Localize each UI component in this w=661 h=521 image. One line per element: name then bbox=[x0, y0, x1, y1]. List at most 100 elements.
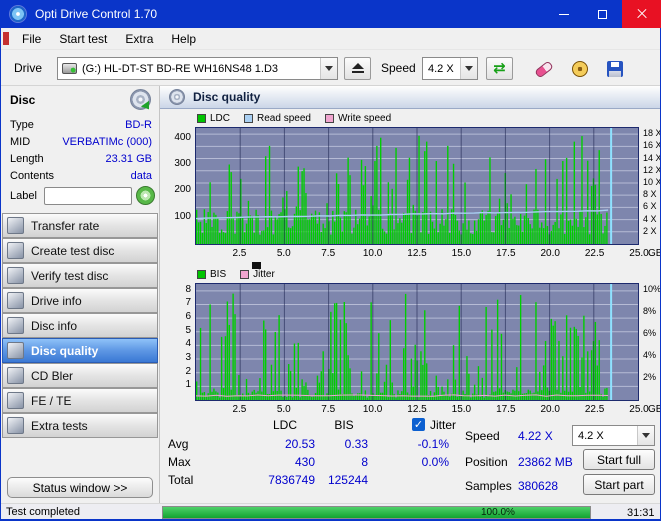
sidebar-item-disc-info[interactable]: Disc info bbox=[2, 313, 158, 338]
legend-label: LDC bbox=[210, 113, 231, 124]
ldc-swatch-icon bbox=[197, 114, 206, 123]
window-controls bbox=[544, 0, 661, 28]
sidebar-item-drive-info[interactable]: Drive info bbox=[2, 288, 158, 313]
disc-info-icon bbox=[7, 317, 24, 334]
y-axis-right-label: 8% bbox=[643, 305, 657, 316]
jitter-checkbox-label: Jitter bbox=[430, 418, 457, 432]
sidebar-item-label: Verify test disc bbox=[31, 268, 109, 283]
bis-chart-svg bbox=[196, 284, 638, 400]
refresh-speeds-button[interactable] bbox=[486, 57, 513, 80]
y-axis-left-label: 3 bbox=[185, 352, 191, 364]
position-slider-marker[interactable] bbox=[252, 262, 261, 269]
x-axis-label: 22.5 bbox=[584, 404, 605, 415]
ldc-read-speed-chart bbox=[195, 127, 639, 245]
speed-select-value: 4.2 X bbox=[428, 62, 454, 75]
sidebar-item-label: CD Bler bbox=[31, 368, 74, 383]
page-title: Disc quality bbox=[193, 90, 261, 104]
title-bar: Opti Drive Control 1.70 bbox=[0, 0, 661, 28]
disc-info-row: Length 23.31 GB bbox=[0, 153, 160, 168]
x-axis-label: 12.5 bbox=[407, 404, 427, 415]
erase-disc-button[interactable] bbox=[533, 59, 555, 79]
options-button[interactable] bbox=[569, 59, 591, 79]
start-part-button[interactable]: Start part bbox=[583, 474, 655, 495]
x-axis-label: 25.0 bbox=[629, 404, 649, 415]
jitter-avg-value: -0.1% bbox=[417, 437, 449, 451]
x-axis-label: 5.0 bbox=[276, 404, 291, 415]
sidebar-item-fe-te[interactable]: FE / TE bbox=[2, 388, 158, 413]
avg-row-label: Avg bbox=[168, 437, 189, 451]
menu-item-start-test[interactable]: Start test bbox=[50, 29, 116, 49]
sidebar-item-label: FE / TE bbox=[31, 393, 72, 408]
menu-item-help[interactable]: Help bbox=[162, 29, 205, 49]
drive-label: Drive bbox=[14, 61, 43, 75]
sidebar-item-transfer-rate[interactable]: Transfer rate bbox=[2, 213, 158, 238]
info-value: VERBATIMc (000) bbox=[62, 136, 152, 148]
x-axis-label: 12.5 bbox=[407, 248, 427, 259]
bis-jitter-chart bbox=[195, 283, 639, 401]
progress-bar: 100.0% bbox=[162, 506, 591, 519]
sidebar-item-extra-tests[interactable]: Extra tests bbox=[2, 413, 158, 438]
disc-quality-header-icon bbox=[169, 89, 185, 105]
app-icon bbox=[10, 6, 26, 22]
elapsed-time: 31:31 bbox=[627, 507, 655, 519]
speed-label: Speed bbox=[381, 61, 416, 75]
window-border bbox=[0, 28, 1, 521]
menu-item-file[interactable]: File bbox=[13, 29, 50, 49]
test-speed-select[interactable]: 4.2 X bbox=[572, 425, 655, 446]
speed-select-arrow bbox=[460, 58, 477, 79]
legend-label: Jitter bbox=[253, 269, 275, 280]
ldc-chart-legend: LDC Read speed Write speed bbox=[197, 113, 391, 124]
maximize-icon bbox=[598, 9, 607, 19]
samples-stat-label: Samples bbox=[465, 479, 512, 493]
sidebar-item-disc-quality[interactable]: Disc quality bbox=[2, 338, 158, 363]
sidebar-item-cd-bler[interactable]: CD Bler bbox=[2, 363, 158, 388]
legend-item-bis: BIS bbox=[197, 269, 226, 280]
x-axis-label: 15.0 bbox=[451, 248, 472, 259]
label-input[interactable] bbox=[44, 187, 132, 205]
x-axis-label: 25.0 bbox=[629, 248, 649, 259]
x-axis-label: 2.5 bbox=[232, 248, 247, 259]
jitter-swatch-icon bbox=[240, 270, 250, 279]
y-axis-right-label: 10 X bbox=[643, 176, 661, 187]
drive-select-arrow bbox=[320, 58, 337, 79]
info-label: Type bbox=[10, 119, 34, 131]
ldc-total-value: 7836749 bbox=[268, 473, 315, 487]
drive-select[interactable]: (G:) HL-DT-ST BD-RE WH16NS48 1.D3 bbox=[57, 57, 338, 80]
save-button[interactable] bbox=[604, 59, 626, 79]
sidebar-item-label: Transfer rate bbox=[31, 218, 100, 233]
eject-button[interactable] bbox=[344, 57, 371, 80]
disc-icon bbox=[130, 89, 151, 110]
max-row-label: Max bbox=[168, 455, 191, 469]
jitter-checkbox[interactable] bbox=[412, 418, 425, 431]
disc-label-icon[interactable] bbox=[136, 186, 155, 205]
sidebar-item-label: Drive info bbox=[31, 293, 82, 308]
start-full-button[interactable]: Start full bbox=[583, 449, 655, 470]
read-speed-swatch-icon bbox=[244, 114, 254, 123]
close-icon bbox=[637, 9, 647, 19]
toolbar: Drive (G:) HL-DT-ST BD-RE WH16NS48 1.D3 … bbox=[0, 49, 661, 86]
info-value: BD-R bbox=[125, 119, 152, 131]
y-axis-right-label: 8 X bbox=[643, 189, 657, 200]
legend-item-write-speed: Write speed bbox=[324, 113, 391, 124]
menu-bar: File Start test Extra Help bbox=[0, 28, 661, 49]
sidebar: Disc Type BD-R MID VERBATIMc (000) Lengt… bbox=[0, 86, 160, 503]
x-axis-label: 20.0 bbox=[540, 404, 560, 415]
close-button[interactable] bbox=[622, 0, 661, 28]
sidebar-item-verify-test-disc[interactable]: Verify test disc bbox=[2, 263, 158, 288]
y-axis-left-label: 2 bbox=[185, 365, 191, 377]
test-speed-select-arrow bbox=[637, 426, 654, 445]
y-axis-left-label: 1 bbox=[185, 379, 191, 391]
status-window-button[interactable]: Status window >> bbox=[7, 477, 153, 498]
menu-item-extra[interactable]: Extra bbox=[116, 29, 162, 49]
speed-select[interactable]: 4.2 X bbox=[422, 57, 478, 80]
bis-swatch-icon bbox=[197, 270, 206, 279]
maximize-button[interactable] bbox=[583, 0, 622, 28]
disc-info-row: Type BD-R bbox=[0, 119, 160, 134]
fe-te-icon bbox=[7, 392, 24, 409]
jitter-max-value: 0.0% bbox=[421, 455, 449, 469]
y-axis-left-label: 300 bbox=[174, 157, 191, 169]
minimize-button[interactable] bbox=[544, 0, 583, 28]
sidebar-item-label: Disc info bbox=[31, 318, 78, 333]
sidebar-item-create-test-disc[interactable]: Create test disc bbox=[2, 238, 158, 263]
ldc-chart-svg bbox=[196, 128, 638, 244]
